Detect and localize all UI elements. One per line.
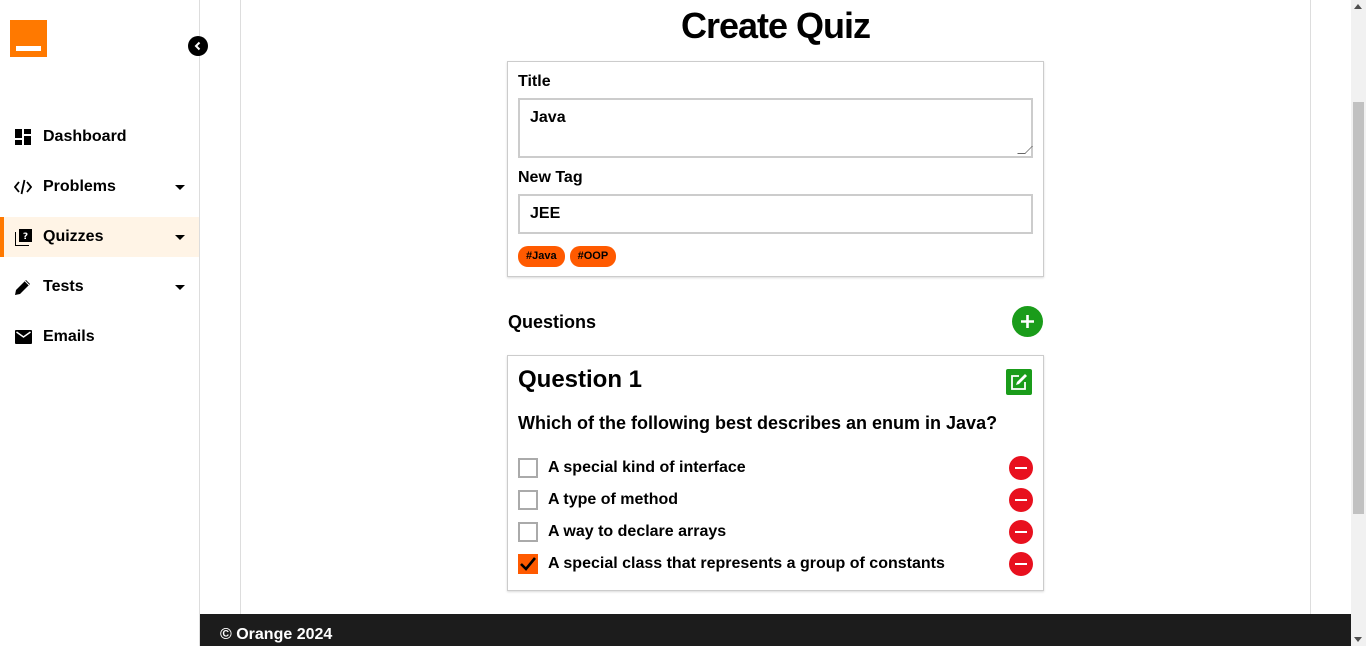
sidebar: Dashboard Problems ? Quizzes Tests Email…: [0, 0, 208, 646]
sidebar-item-emails[interactable]: Emails: [0, 317, 199, 357]
answer-option: A special class that represents a group …: [518, 552, 1033, 576]
answer-text: A way to declare arrays: [548, 523, 727, 540]
caret-down-icon[interactable]: [175, 185, 185, 190]
orange-logo[interactable]: [10, 20, 47, 57]
answer-checkbox[interactable]: [518, 458, 538, 478]
main-content: Create Quiz Title Java New Tag JEE #Java…: [200, 0, 1351, 614]
caret-down-icon[interactable]: [175, 285, 185, 290]
new-tag-label: New Tag: [518, 169, 583, 186]
chevron-left-icon: [194, 41, 201, 51]
remove-option-button[interactable]: [1009, 456, 1033, 480]
question-card: Question 1 Which of the following best d…: [507, 355, 1044, 591]
answer-text: A special kind of interface: [548, 459, 746, 476]
sidebar-item-label: Quizzes: [43, 228, 104, 245]
answer-checkbox[interactable]: [518, 522, 538, 542]
new-tag-value: JEE: [530, 205, 561, 222]
quiz-details-card: Title Java New Tag JEE #Java #OOP: [507, 61, 1044, 277]
sidebar-nav: Dashboard Problems ? Quizzes Tests Email…: [0, 117, 199, 367]
copyright-text: © Orange 2024: [220, 626, 333, 643]
collapse-sidebar-button[interactable]: [188, 36, 208, 56]
title-label: Title: [518, 73, 551, 90]
title-textarea[interactable]: Java: [518, 98, 1033, 158]
sidebar-item-problems[interactable]: Problems: [0, 167, 199, 207]
tag-badge[interactable]: #Java: [518, 246, 565, 267]
checkmark-icon: [520, 557, 536, 571]
sidebar-item-dashboard[interactable]: Dashboard: [0, 117, 199, 157]
tag-list: #Java #OOP: [518, 246, 617, 267]
sidebar-item-quizzes[interactable]: ? Quizzes: [0, 217, 199, 257]
answer-option: A way to declare arrays: [518, 520, 1033, 544]
tag-badge[interactable]: #OOP: [569, 246, 617, 267]
question-text: Which of the following best describes an…: [518, 413, 998, 433]
code-icon: [14, 178, 32, 196]
sidebar-item-label: Emails: [43, 328, 95, 345]
pencil-icon: [14, 278, 32, 296]
vertical-scrollbar[interactable]: [1351, 0, 1366, 646]
add-question-button[interactable]: [1012, 306, 1043, 337]
remove-option-button[interactable]: [1009, 488, 1033, 512]
resize-handle-icon[interactable]: [1017, 146, 1033, 154]
answer-checkbox[interactable]: [518, 490, 538, 510]
answer-checkbox[interactable]: [518, 554, 538, 574]
answer-text: A type of method: [548, 491, 679, 508]
questions-heading: Questions: [508, 312, 597, 332]
svg-text:?: ?: [22, 232, 27, 242]
sidebar-item-label: Tests: [43, 278, 84, 295]
sidebar-item-label: Problems: [43, 178, 116, 195]
answer-option: A type of method: [518, 488, 1033, 512]
plus-icon: [1021, 315, 1034, 328]
sidebar-item-label: Dashboard: [43, 128, 127, 145]
scroll-thumb[interactable]: [1353, 102, 1364, 514]
mail-icon: [14, 328, 32, 346]
title-value: Java: [530, 109, 566, 126]
page-title: Create Quiz: [680, 5, 871, 46]
remove-option-button[interactable]: [1009, 552, 1033, 576]
caret-down-icon[interactable]: [175, 235, 185, 240]
dashboard-icon: [14, 128, 32, 146]
edit-icon: [1011, 374, 1027, 390]
edit-question-button[interactable]: [1006, 369, 1032, 395]
remove-option-button[interactable]: [1009, 520, 1033, 544]
scroll-down-icon[interactable]: [1354, 637, 1362, 642]
footer: © Orange 2024: [200, 614, 1351, 646]
sidebar-item-tests[interactable]: Tests: [0, 267, 199, 307]
new-tag-input[interactable]: JEE: [518, 194, 1033, 234]
answer-text: A special class that represents a group …: [548, 555, 945, 572]
answer-option: A special kind of interface: [518, 456, 1033, 480]
question-title: Question 1: [518, 366, 643, 393]
scroll-up-icon[interactable]: [1354, 4, 1362, 9]
quiz-icon: ?: [14, 228, 32, 246]
